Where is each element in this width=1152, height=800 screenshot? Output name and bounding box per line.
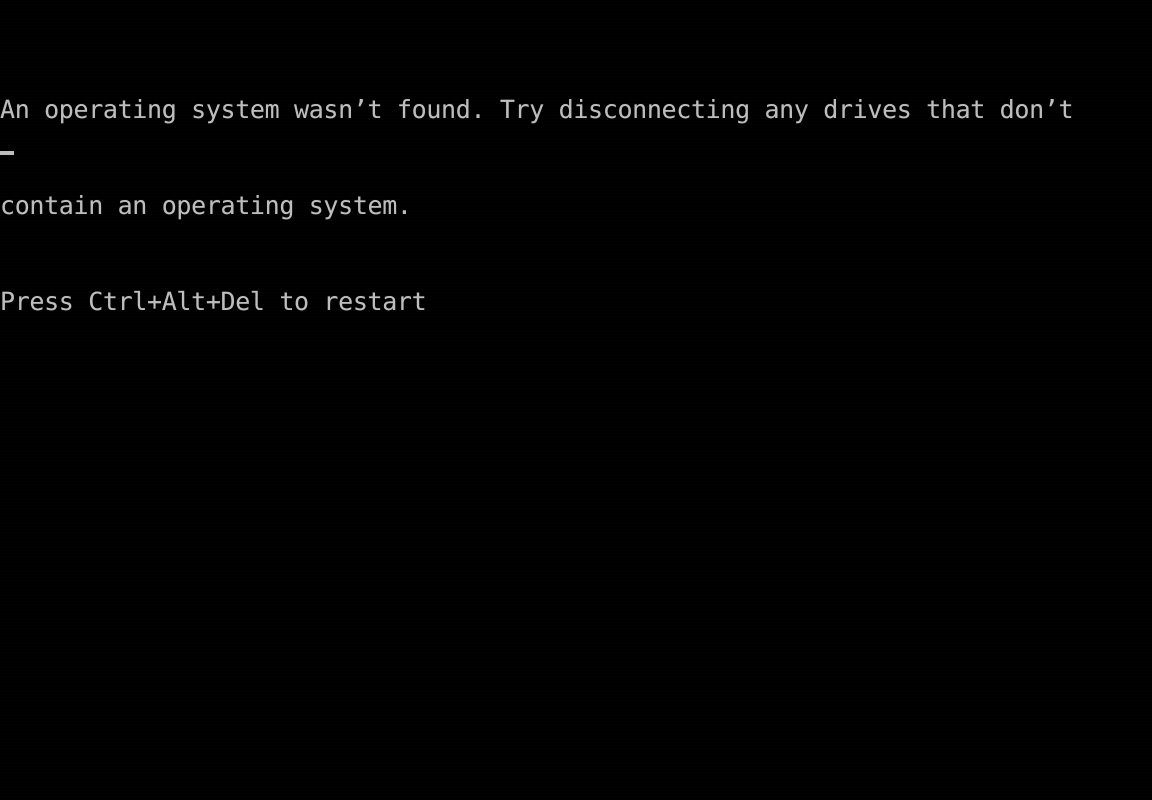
boot-error-screen: An operating system wasn’t found. Try di… (0, 0, 1152, 800)
restart-instruction-line: Press Ctrl+Alt+Del to restart (0, 287, 427, 316)
text-cursor (0, 151, 14, 155)
console-text-block: An operating system wasn’t found. Try di… (0, 30, 1152, 382)
error-message-line-2: contain an operating system. (0, 191, 412, 220)
error-message-line-1: An operating system wasn’t found. Try di… (0, 95, 1074, 124)
